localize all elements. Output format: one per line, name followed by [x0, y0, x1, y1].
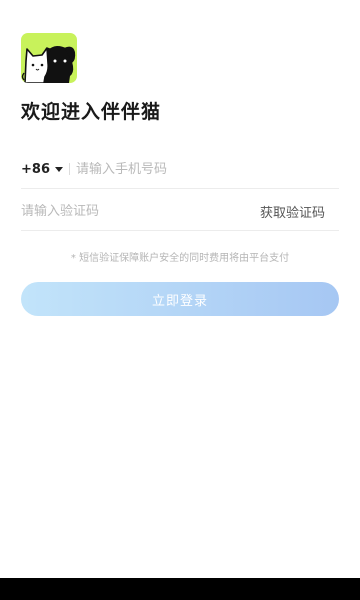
- chevron-down-icon[interactable]: [54, 166, 63, 172]
- login-button[interactable]: 立即登录: [21, 282, 339, 316]
- app-logo: [21, 33, 77, 83]
- get-code-button[interactable]: 获取验证码: [260, 202, 325, 221]
- cat-and-dog-logo-icon: [21, 46, 76, 83]
- verification-code-input[interactable]: [21, 203, 260, 219]
- system-navigation-bar: [0, 578, 360, 600]
- country-code-selector[interactable]: +86: [21, 162, 50, 177]
- verification-field-row: 获取验证码: [21, 192, 339, 231]
- phone-field-row: +86: [21, 150, 339, 189]
- field-divider: [68, 163, 70, 175]
- welcome-title: 欢迎进入伴伴猫: [21, 101, 162, 123]
- phone-input[interactable]: [75, 161, 339, 177]
- sms-notice: * 短信验证保障账户安全的同时费用将由平台支付: [70, 253, 290, 264]
